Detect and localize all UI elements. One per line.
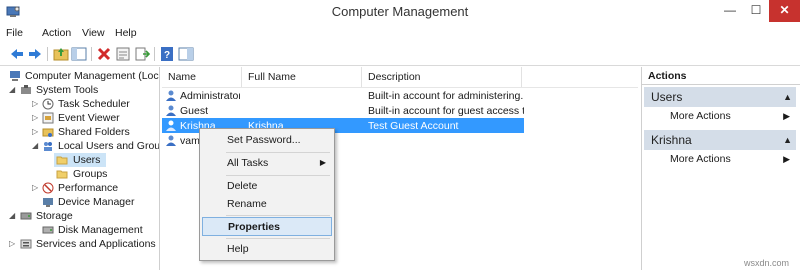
collapse-arrow-icon[interactable]: ◢ <box>32 139 40 153</box>
column-header-row: Name Full Name Description <box>162 67 638 88</box>
help-icon[interactable]: ? <box>158 45 176 63</box>
tree-item-disk-management[interactable]: Disk Management <box>6 223 158 237</box>
expand-arrow-icon[interactable]: ▷ <box>32 181 40 195</box>
user-icon <box>166 90 176 101</box>
menu-bar: File Action View Help <box>0 24 800 43</box>
event-viewer-icon <box>42 112 54 124</box>
window-title: Computer Management <box>331 4 469 19</box>
console-tree: Computer Management (Local ◢ System Tool… <box>4 67 160 270</box>
menu-item-all-tasks[interactable]: All Tasks ▶ <box>200 154 334 172</box>
device-manager-icon <box>43 198 53 207</box>
menu-item-rename[interactable]: Rename <box>200 195 334 213</box>
tree-item-device-manager[interactable]: Device Manager <box>6 195 158 209</box>
more-actions-users[interactable]: More Actions ▶ <box>644 107 796 125</box>
tree-item-groups[interactable]: Groups <box>54 167 154 181</box>
performance-icon <box>42 182 54 194</box>
table-row[interactable]: Administrator Built-in account for admin… <box>162 88 524 103</box>
more-actions-krishna[interactable]: More Actions ▶ <box>644 150 796 168</box>
actions-pane: Actions Users ▲ More Actions ▶ Krishna ▲… <box>641 67 800 270</box>
tree-item-shared-folders[interactable]: ▷ Shared Folders <box>6 125 158 139</box>
storage-icon <box>20 212 32 220</box>
tree-item-system-tools[interactable]: ◢ System Tools <box>6 83 158 97</box>
menu-item-help[interactable]: Help <box>200 240 334 258</box>
tree-item-services-and-applications[interactable]: ▷ Services and Applications <box>6 237 158 251</box>
tree-item-event-viewer[interactable]: ▷ Event Viewer <box>6 111 158 125</box>
show-hide-tree-icon[interactable] <box>70 45 88 63</box>
menu-separator <box>226 175 330 176</box>
title-bar: Computer Management — ☐ ✕ <box>0 0 800 25</box>
tree-item-task-scheduler[interactable]: ▷ Task Scheduler <box>6 97 158 111</box>
show-hide-action-pane-icon[interactable] <box>177 45 195 63</box>
expand-arrow-icon[interactable]: ▷ <box>9 237 17 251</box>
collapse-arrow-icon[interactable]: ◢ <box>9 209 17 223</box>
submenu-arrow-icon: ▶ <box>783 154 790 164</box>
watermark: wsxdn.com <box>744 258 790 268</box>
delete-icon[interactable] <box>95 45 113 63</box>
collapse-caret-icon[interactable]: ▲ <box>783 87 792 107</box>
column-header-full-name[interactable]: Full Name <box>242 67 362 87</box>
expand-arrow-icon[interactable]: ▷ <box>32 111 40 125</box>
actions-header: Actions <box>642 67 800 85</box>
column-header-name[interactable]: Name <box>162 67 242 87</box>
expand-arrow-icon[interactable]: ▷ <box>32 125 40 139</box>
folder-icon <box>56 170 68 179</box>
clock-icon <box>42 98 54 110</box>
close-button[interactable]: ✕ <box>769 0 800 22</box>
toolbar: ? <box>0 43 800 66</box>
menu-view[interactable]: View <box>82 27 105 39</box>
menu-separator <box>226 152 330 153</box>
tree-item-local-users-and-groups[interactable]: ◢ Local Users and Groups <box>6 139 159 153</box>
tree-item-storage[interactable]: ◢ Storage <box>6 209 158 223</box>
folder-icon <box>56 156 68 165</box>
menu-item-properties[interactable]: Properties <box>202 217 332 236</box>
menu-file[interactable]: File <box>6 27 23 39</box>
collapse-arrow-icon[interactable]: ◢ <box>9 83 17 97</box>
export-list-icon[interactable] <box>133 45 151 63</box>
submenu-arrow-icon: ▶ <box>319 158 326 167</box>
menu-separator <box>226 215 330 216</box>
shared-folder-icon <box>42 128 54 137</box>
users-groups-icon <box>44 142 52 151</box>
actions-section-krishna[interactable]: Krishna ▲ <box>644 130 796 150</box>
services-icon <box>20 239 32 249</box>
tree-item-performance[interactable]: ▷ Performance <box>6 181 158 195</box>
context-menu: Set Password... All Tasks ▶ Delete Renam… <box>199 128 335 261</box>
user-icon <box>166 105 176 116</box>
computer-icon <box>10 71 20 81</box>
minimize-button[interactable]: — <box>717 0 743 22</box>
tree-item-computer-management[interactable]: Computer Management (Local <box>6 69 159 83</box>
collapse-caret-icon[interactable]: ▲ <box>783 130 792 150</box>
up-folder-icon[interactable] <box>52 45 70 63</box>
menu-action[interactable]: Action <box>42 27 71 39</box>
menu-item-set-password[interactable]: Set Password... <box>200 131 334 149</box>
back-arrow-icon[interactable] <box>8 45 26 63</box>
table-row[interactable]: Guest Built-in account for guest access … <box>162 103 524 118</box>
user-icon <box>166 120 176 131</box>
tools-icon <box>21 85 31 94</box>
menu-item-delete[interactable]: Delete <box>200 177 334 195</box>
menu-help[interactable]: Help <box>115 27 137 39</box>
column-header-description[interactable]: Description <box>362 67 522 87</box>
svg-text:?: ? <box>164 50 170 61</box>
menu-separator <box>226 238 330 239</box>
user-icon <box>166 135 176 146</box>
disk-icon <box>42 226 54 234</box>
forward-arrow-icon[interactable] <box>26 45 44 63</box>
actions-section-users[interactable]: Users ▲ <box>644 87 796 107</box>
properties-icon[interactable] <box>114 45 132 63</box>
expand-arrow-icon[interactable]: ▷ <box>32 97 40 111</box>
maximize-button[interactable]: ☐ <box>743 0 769 22</box>
submenu-arrow-icon: ▶ <box>783 111 790 121</box>
tree-item-users[interactable]: Users <box>54 153 106 167</box>
